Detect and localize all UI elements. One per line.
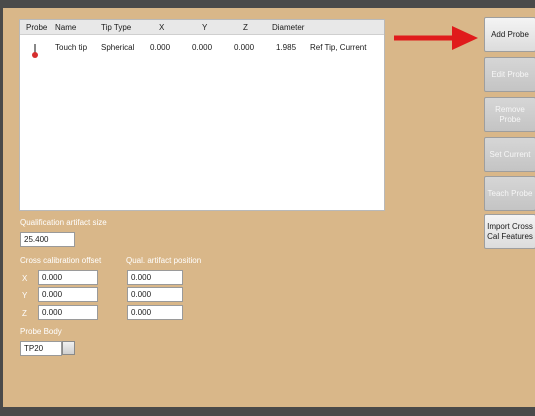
artifact-position-x-input[interactable] <box>127 270 183 285</box>
cross-cal-z-input[interactable] <box>38 305 98 320</box>
probe-body-dropdown-button[interactable] <box>62 341 75 355</box>
bottom-border <box>0 407 535 416</box>
row-name: Touch tip <box>55 43 88 52</box>
probe-table[interactable]: Probe Name Tip Type X Y Z Diameter Touch… <box>19 19 385 211</box>
axis-x-label: X <box>22 274 28 283</box>
remove-probe-button[interactable]: Remove Probe <box>484 97 535 132</box>
add-probe-button[interactable]: Add Probe <box>484 17 535 52</box>
axis-z-label: Z <box>22 309 27 318</box>
red-arrow-icon <box>394 26 478 50</box>
row-z: 0.000 <box>234 43 255 52</box>
probe-body-select[interactable] <box>20 341 62 356</box>
probe-body-label: Probe Body <box>20 327 62 336</box>
import-cross-cal-button[interactable]: Import Cross Cal Features <box>484 214 535 249</box>
row-x: 0.000 <box>150 43 171 52</box>
col-z: Z <box>243 23 248 32</box>
row-status: Ref Tip, Current <box>310 43 367 52</box>
set-current-button[interactable]: Set Current <box>484 137 535 172</box>
artifact-position-label: Qual. artifact position <box>126 256 202 265</box>
row-diameter: 1.985 <box>276 43 297 52</box>
left-border <box>0 0 3 416</box>
row-tip-type: Spherical <box>101 43 135 52</box>
cross-cal-label: Cross calibration offset <box>20 256 102 265</box>
row-y: 0.000 <box>192 43 213 52</box>
col-diameter: Diameter <box>272 23 305 32</box>
table-header: Probe Name Tip Type X Y Z Diameter <box>20 20 384 35</box>
artifact-position-z-input[interactable] <box>127 305 183 320</box>
qualification-label: Qualification artifact size <box>20 218 107 227</box>
cross-cal-x-input[interactable] <box>38 270 98 285</box>
col-probe: Probe <box>26 23 48 32</box>
col-name: Name <box>55 23 77 32</box>
col-x: X <box>159 23 165 32</box>
axis-y-label: Y <box>22 291 28 300</box>
qualification-size-input[interactable] <box>20 232 75 247</box>
teach-probe-button[interactable]: Teach Probe <box>484 176 535 211</box>
col-y: Y <box>202 23 208 32</box>
artifact-position-y-input[interactable] <box>127 287 183 302</box>
top-border <box>0 0 535 8</box>
edit-probe-button[interactable]: Edit Probe <box>484 57 535 92</box>
probe-icon <box>32 44 38 58</box>
col-tip-type: Tip Type <box>101 23 132 32</box>
cross-cal-y-input[interactable] <box>38 287 98 302</box>
